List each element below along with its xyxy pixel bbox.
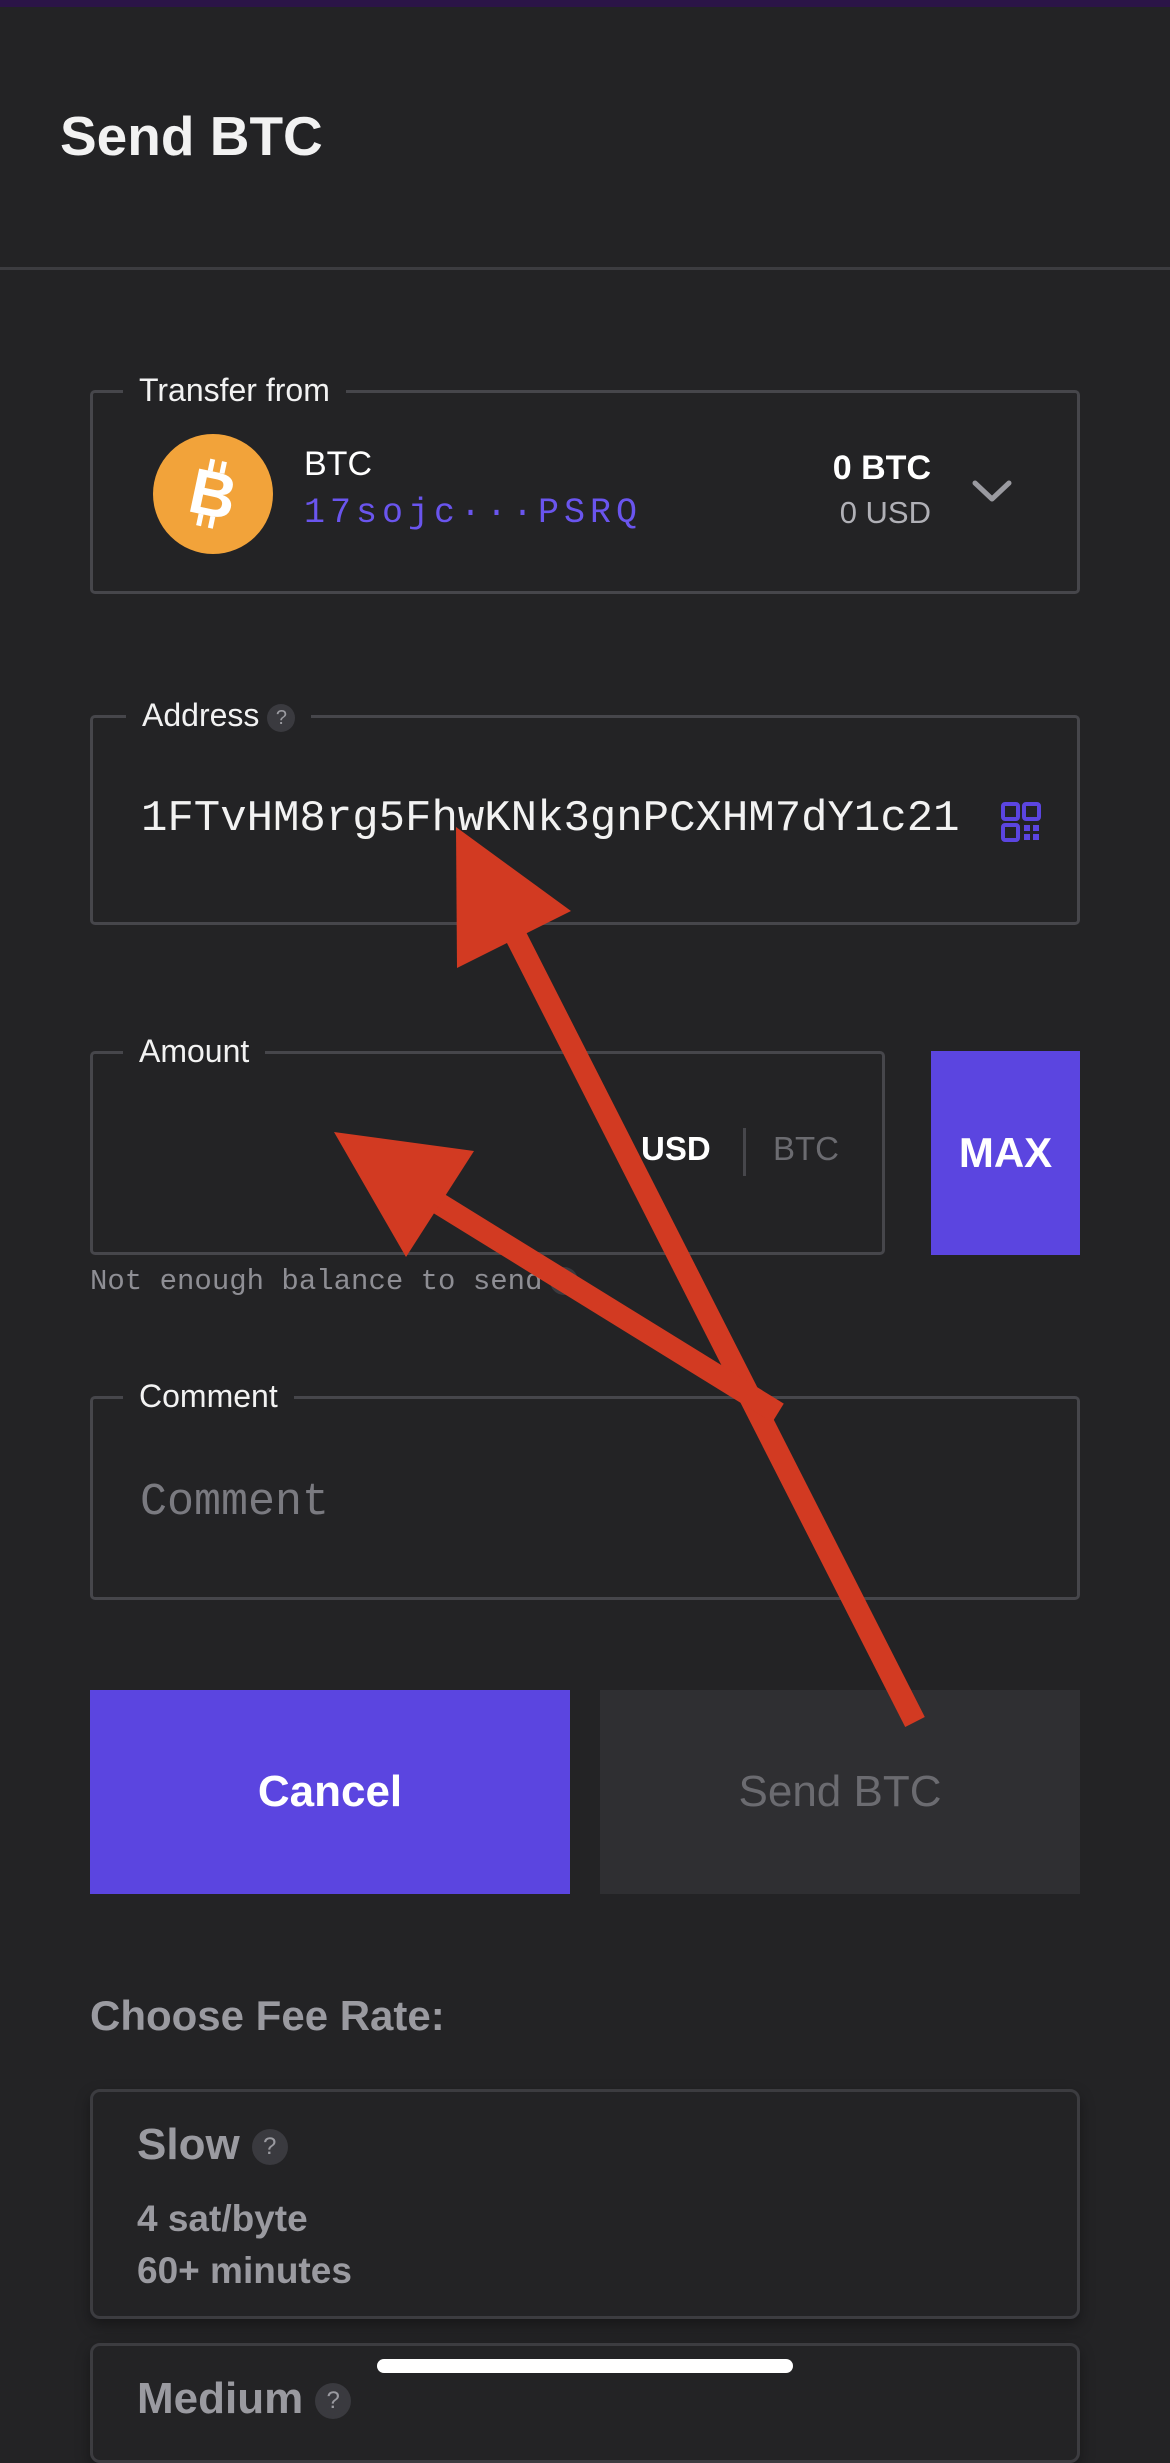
chevron-down-icon[interactable] [967, 471, 1017, 511]
coin-name: BTC [304, 445, 372, 483]
cancel-button[interactable]: Cancel [90, 1690, 570, 1894]
comment-input[interactable] [138, 1461, 1022, 1543]
address-label: Address? [126, 690, 312, 740]
top-status-bar [0, 0, 1170, 7]
currency-usd-toggle[interactable]: USD [641, 1130, 711, 1168]
fee-option-time: 60+ minutes [137, 2250, 352, 2291]
address-input[interactable]: 1FTvHM8rg5FhwKNk3gnPCXHM7dY1c21 [141, 794, 963, 844]
balance-warning: Not enough balance to send? [90, 1265, 579, 1298]
transfer-from-label: Transfer from [123, 365, 346, 415]
comment-field[interactable]: Comment [90, 1371, 1080, 1600]
page-title: Send BTC [60, 105, 323, 167]
comment-label: Comment [123, 1371, 294, 1421]
fee-help-icon[interactable]: ? [251, 2129, 288, 2166]
source-address: 17sojc···PSRQ [304, 493, 643, 533]
home-indicator[interactable] [377, 2359, 793, 2373]
address-field[interactable]: Address? 1FTvHM8rg5FhwKNk3gnPCXHM7dY1c21 [90, 690, 1080, 925]
fee-option-rate: 4 sat/byte [137, 2198, 308, 2239]
fee-rate-title: Choose Fee Rate: [90, 1992, 445, 2039]
amount-label: Amount [123, 1026, 266, 1076]
qr-code-icon[interactable] [1001, 802, 1041, 842]
address-label-text: Address [142, 697, 260, 733]
fee-option-name-text: Slow [137, 2120, 240, 2169]
balance-usd: 0 USD [839, 495, 931, 530]
currency-btc-toggle[interactable]: BTC [773, 1130, 839, 1168]
amount-field[interactable]: Amount USD BTC [90, 1026, 885, 1255]
address-help-icon[interactable]: ? [267, 703, 296, 732]
fee-option-name-text: Medium [137, 2374, 304, 2423]
fee-option-name: Medium? [137, 2374, 352, 2424]
balance-btc: 0 BTC [832, 449, 931, 487]
currency-divider [743, 1128, 746, 1176]
send-button[interactable]: Send BTC [600, 1690, 1080, 1894]
transfer-from-selector[interactable]: Transfer from B BTC 17sojc···PSRQ 0 BTC … [90, 365, 1080, 594]
max-button[interactable]: MAX [931, 1051, 1080, 1255]
fee-option-name: Slow? [137, 2120, 288, 2170]
balance-warning-text: Not enough balance to send [90, 1265, 543, 1298]
bitcoin-icon: B [153, 434, 273, 554]
fee-help-icon[interactable]: ? [315, 2383, 352, 2420]
balance-help-icon[interactable]: ? [550, 1267, 579, 1296]
fee-option-slow[interactable]: Slow? 4 sat/byte 60+ minutes [90, 2089, 1080, 2319]
header-divider [0, 267, 1170, 270]
